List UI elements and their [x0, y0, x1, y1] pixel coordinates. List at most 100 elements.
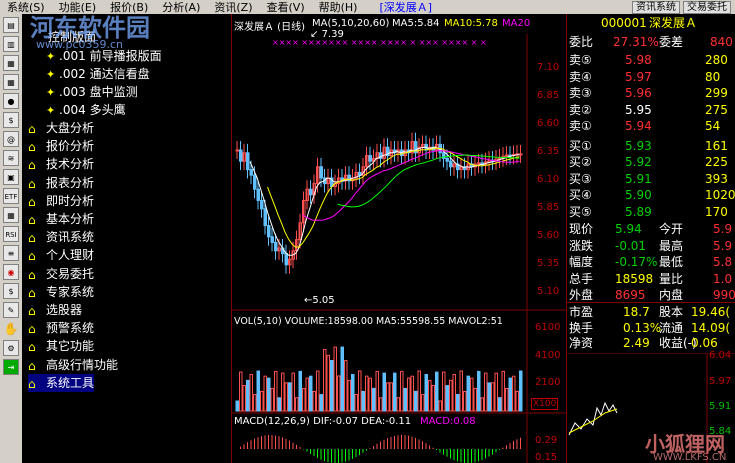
- tree-item[interactable]: ⌂ 预警系统: [28, 319, 94, 337]
- buy-level[interactable]: 买③ 5.91 393: [567, 172, 735, 186]
- volume-bar: [253, 394, 257, 412]
- volume-bar: [407, 377, 411, 412]
- exit-icon[interactable]: ⇥: [3, 359, 19, 375]
- rsi-icon[interactable]: RSI: [3, 226, 19, 242]
- volume-bar: [466, 375, 470, 412]
- vol-tick: 4100: [535, 350, 561, 361]
- tree-subitem[interactable]: ✦ .002 通达信看盘: [46, 65, 150, 83]
- sell-level[interactable]: 卖① 5.94 54: [567, 120, 735, 133]
- left-toolbar: ▤ ▥ ▦ ▦ ● $ @ ≋ ▣ ETF ▦ RSI ≡ ◉ $ ✎ ✋ ⚙ …: [0, 14, 23, 463]
- tree-item[interactable]: ⌂ 交易委托: [28, 265, 94, 283]
- volume-bar: [421, 394, 425, 412]
- candle-body: [270, 236, 274, 243]
- tree-item[interactable]: ⌂ 基本分析: [28, 210, 94, 228]
- tree-item[interactable]: ⌂ 其它功能: [28, 337, 94, 355]
- money-icon[interactable]: $: [3, 283, 19, 299]
- price-tick: 5.35: [537, 258, 560, 269]
- kline-icon[interactable]: ▥: [3, 36, 19, 52]
- volume-bar: [368, 377, 372, 412]
- house-icon: ⌂: [28, 194, 36, 209]
- info-system-button[interactable]: 资讯系统: [632, 0, 680, 14]
- house-icon: ⌂: [28, 358, 36, 373]
- volume-bar: [431, 384, 435, 412]
- tree-item[interactable]: ⌂ 即时分析: [28, 192, 94, 210]
- sell-level[interactable]: 卖⑤ 5.98 280: [567, 54, 735, 67]
- list-icon[interactable]: ≡: [3, 245, 19, 261]
- etf-icon[interactable]: ETF: [3, 188, 19, 204]
- volume-bar: [428, 379, 432, 412]
- macd-tick: 0.15: [535, 452, 558, 463]
- buy-level[interactable]: 买⑤ 5.89 170: [567, 205, 735, 219]
- sell-level[interactable]: 卖② 5.95 275: [567, 103, 735, 117]
- buy-level[interactable]: 买① 5.93 161: [567, 139, 735, 153]
- tree-item[interactable]: ⌂ 个人理财: [28, 246, 94, 264]
- buy-level[interactable]: 买④ 5.90 1020: [567, 189, 735, 202]
- volume-bar: [477, 370, 481, 412]
- sell-level[interactable]: 卖④ 5.97 80: [567, 70, 735, 84]
- macd-tick: 0.29: [535, 435, 558, 446]
- candle-body: [519, 153, 523, 156]
- volume-bar: [508, 377, 512, 412]
- book-icon[interactable]: ▣: [3, 169, 19, 185]
- volume-bar: [274, 370, 278, 412]
- buy-level[interactable]: 买② 5.92 225: [567, 156, 735, 169]
- volume-bar: [512, 375, 516, 412]
- grid-icon[interactable]: ▦: [3, 74, 19, 90]
- volume-bar: [347, 379, 351, 412]
- settings-icon[interactable]: ⚙: [3, 340, 19, 356]
- mini-tick: 6.04: [709, 350, 732, 361]
- tree-item[interactable]: ⌂ 高级行情功能: [28, 356, 118, 374]
- tree-item[interactable]: ⌂ 系统工具: [28, 373, 95, 392]
- tree-item[interactable]: ⌂ 选股器: [28, 301, 82, 319]
- volume-bar: [358, 370, 362, 412]
- matrix-icon[interactable]: ▦: [3, 207, 19, 223]
- chart-icon[interactable]: ≋: [3, 150, 19, 166]
- volume-bar: [277, 397, 281, 412]
- house-icon: ⌂: [28, 267, 36, 282]
- menu-info[interactable]: 资讯(Z): [207, 0, 259, 15]
- volume-bar: [403, 387, 407, 412]
- volume-bar: [480, 397, 484, 412]
- volume-bar: [519, 370, 523, 412]
- hand-icon[interactable]: ✋: [3, 321, 19, 337]
- volume-bar: [417, 370, 421, 412]
- quote-list-icon[interactable]: ▤: [3, 17, 19, 33]
- tree-item[interactable]: ⌂ 技术分析: [28, 155, 94, 173]
- volume-bar: [494, 372, 498, 412]
- price-tick: 6.60: [537, 118, 560, 129]
- stock-header: 000001 深发展Ａ: [567, 17, 735, 30]
- volume-bar: [312, 390, 316, 412]
- tree-subitem[interactable]: ✦ .003 盘中监测: [46, 83, 138, 101]
- candle-body: [239, 149, 243, 162]
- tree-item[interactable]: ⌂ 专家系统: [28, 283, 94, 301]
- candle-body: [368, 155, 372, 162]
- tree-subitem[interactable]: ✦ .004 多头鹰: [46, 101, 126, 119]
- stat-row: 换手 0.13% 流通 14.09(: [569, 320, 731, 335]
- menu-analysis[interactable]: 分析(A): [155, 0, 207, 15]
- at-icon[interactable]: @: [3, 131, 19, 147]
- mini-tick: 5.91: [709, 401, 732, 412]
- stat-row: 幅度 -0.17% 最低 5.8: [569, 255, 733, 269]
- volume-bar: [487, 382, 491, 412]
- volume-bar: [442, 371, 446, 412]
- sell-level[interactable]: 卖③ 5.96 299: [567, 87, 735, 100]
- tree-item[interactable]: ⌂ 资讯系统: [28, 228, 94, 246]
- menu-help[interactable]: 帮助(H): [312, 0, 365, 15]
- table-icon[interactable]: ▦: [3, 55, 19, 71]
- candle-body: [235, 149, 239, 152]
- volume-bar: [260, 390, 264, 412]
- volume-bar: [449, 379, 453, 412]
- volume-bar: [463, 390, 467, 412]
- menu-view[interactable]: 查看(V): [260, 0, 312, 15]
- pen-icon[interactable]: ✎: [3, 302, 19, 318]
- tree-item[interactable]: ⌂ 报价分析: [28, 137, 94, 155]
- candle-body: [256, 188, 260, 201]
- dollar-icon[interactable]: $: [3, 112, 19, 128]
- trade-button[interactable]: 交易委托: [683, 0, 731, 14]
- tree-item[interactable]: ⌂ 大盘分析: [28, 119, 94, 137]
- kline-chart[interactable]: 深发展Ａ (日线) MA(5,10,20,60) MA5:5.84 MA10:5…: [231, 14, 567, 463]
- stop-icon[interactable]: ◉: [3, 264, 19, 280]
- tree-item[interactable]: ⌂ 报表分析: [28, 174, 94, 192]
- coin-icon[interactable]: ●: [3, 93, 19, 109]
- volume-bar: [396, 397, 400, 412]
